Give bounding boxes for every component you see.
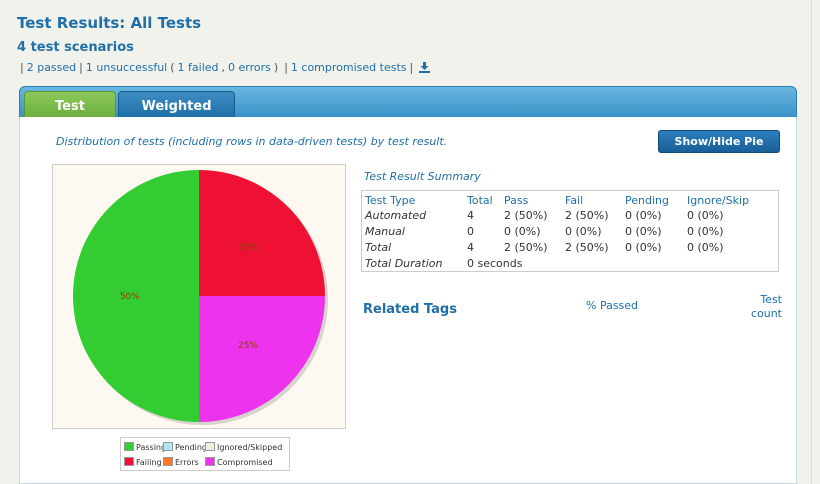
table-cell: 2 (50%)	[565, 209, 609, 222]
distribution-description: Distribution of tests (including rows in…	[56, 135, 448, 148]
table-row: Total 4 2 (50%) 2 (50%) 0 (0%) 0 (0%)	[362, 240, 778, 255]
table-cell: 2 (50%)	[504, 209, 548, 222]
pie-slice-label: 50%	[120, 292, 140, 302]
legend-item-pending: Pending	[163, 442, 207, 453]
separator: )	[273, 61, 279, 74]
tab-test-count[interactable]: Test Count	[24, 91, 116, 143]
legend-item-compromised: Compromised	[205, 457, 273, 468]
compromised-link[interactable]: 1 compromised tests	[291, 61, 407, 74]
legend-item-errors: Errors	[163, 457, 199, 468]
header-cell: Fail	[565, 194, 584, 207]
separator: |	[284, 61, 288, 74]
table-cell: 0 (0%)	[687, 225, 724, 238]
table-row: Manual 0 0 (0%) 0 (0%) 0 (0%) 0 (0%)	[362, 224, 778, 239]
test-count-panel: Distribution of tests (including rows in…	[19, 117, 797, 484]
table-cell: Total	[365, 241, 392, 254]
legend-label: Errors	[175, 458, 199, 467]
table-cell: 0 (0%)	[625, 241, 662, 254]
table-cell: 0 (0%)	[687, 209, 724, 222]
tab-weighted-tests[interactable]: Weighted Tests	[118, 91, 235, 143]
table-cell: 4	[467, 241, 474, 254]
tab-bar: Test Count Weighted Tests	[19, 86, 797, 143]
header-cell: Total	[467, 194, 493, 207]
legend-swatch	[124, 442, 134, 451]
percent-passed-header: % Passed	[586, 299, 639, 312]
pie-slice-failing	[199, 170, 325, 296]
result-summary-line: | 2 passed | 1 unsuccessful(1 failed, 0 erro…	[17, 61, 431, 76]
table-cell: 0 (0%)	[625, 209, 662, 222]
legend-label: Ignored/Skipped	[217, 443, 283, 452]
toggle-pie-chart-button[interactable]: Show/Hide Pie Chart	[658, 130, 780, 169]
legend-label: Failing	[136, 458, 162, 467]
header-cell: Pending	[625, 194, 669, 207]
table-cell: 0 (0%)	[625, 225, 662, 238]
legend-swatch	[163, 457, 173, 466]
related-tags-heading: Related Tags	[363, 302, 457, 317]
table-cell: Total Duration	[365, 257, 443, 270]
table-cell: 0 (0%)	[504, 225, 541, 238]
table-row: Total Duration 0 seconds	[362, 256, 778, 271]
header-cell: Ignore/Skip	[687, 194, 750, 207]
legend-swatch	[205, 457, 215, 466]
table-cell: Automated	[365, 209, 427, 222]
pie-legend: Passing Pending Ignored/Skipped Failing …	[120, 437, 290, 471]
table-cell: 2 (50%)	[565, 241, 609, 254]
passed-link[interactable]: 2 passed	[27, 61, 76, 74]
legend-label: Compromised	[217, 458, 273, 467]
header-cell: Pass	[504, 194, 529, 207]
legend-swatch	[124, 457, 134, 466]
pie-slice-compromised	[199, 296, 325, 422]
header-cell: Test Type	[365, 194, 416, 207]
pie-slice-label: 25%	[238, 243, 258, 253]
unsuccessful-link[interactable]: 1 unsuccessful	[86, 61, 167, 74]
table-row: Automated 4 2 (50%) 2 (50%) 0 (0%) 0 (0%…	[362, 208, 778, 223]
legend-item-failing: Failing	[124, 457, 162, 468]
separator: |	[409, 61, 414, 74]
summary-title: Test Result Summary	[364, 170, 481, 183]
legend-item-passing: Passing	[124, 442, 166, 453]
errors-link[interactable]: 0 errors	[228, 61, 271, 74]
pie-slice-label: 25%	[238, 341, 258, 351]
table-cell: 2 (50%)	[504, 241, 548, 254]
legend-item-ignored: Ignored/Skipped	[205, 442, 282, 453]
separator: (	[170, 61, 175, 74]
legend-label: Pending	[175, 443, 207, 452]
table-cell: 4	[467, 209, 474, 222]
page-title: Test Results: All Tests	[17, 14, 202, 32]
separator: |	[79, 61, 83, 74]
legend-label: Passing	[136, 443, 167, 452]
table-cell: Manual	[365, 225, 405, 238]
table-cell: 0 (0%)	[687, 241, 724, 254]
separator: ,	[221, 61, 226, 74]
scenario-count: 4 test scenarios	[17, 40, 134, 55]
summary-table: Test Type Total Pass Fail Pending Ignore…	[361, 190, 779, 272]
failed-link[interactable]: 1 failed	[178, 61, 219, 74]
report-page: Test Results: All Tests 4 test scenarios…	[0, 0, 812, 484]
table-cell: 0	[467, 225, 474, 238]
pie-chart-container: 50% 25% 25%	[52, 164, 346, 429]
download-icon[interactable]	[419, 62, 431, 76]
legend-swatch	[205, 442, 215, 451]
pie-chart: 50% 25% 25%	[73, 170, 328, 425]
separator: |	[20, 61, 24, 74]
table-header-row: Test Type Total Pass Fail Pending Ignore…	[362, 193, 778, 208]
legend-swatch	[163, 442, 173, 451]
table-cell: 0 seconds	[467, 257, 523, 270]
table-cell: 0 (0%)	[565, 225, 602, 238]
test-count-header: Test count	[750, 293, 782, 320]
